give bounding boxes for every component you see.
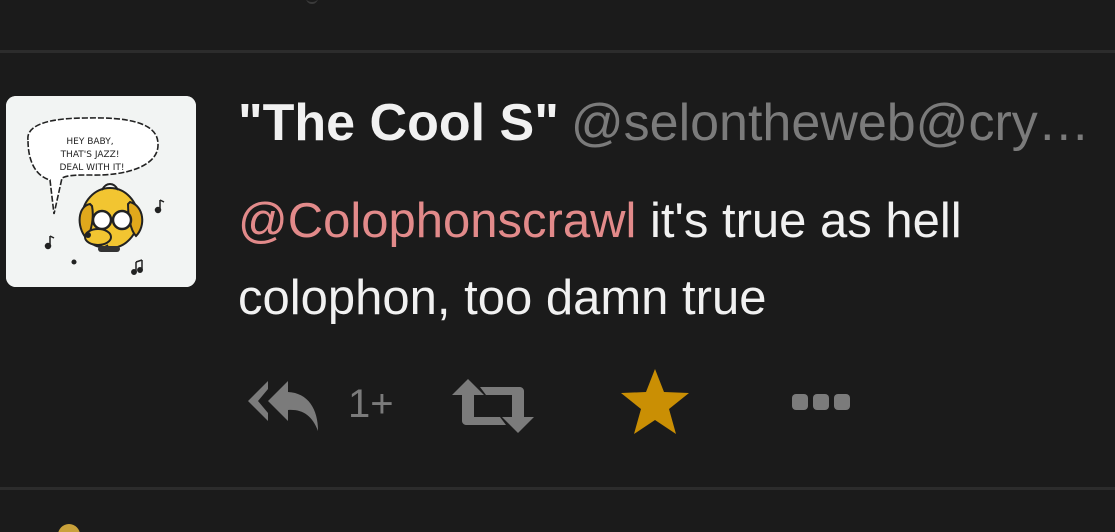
jazz-dog-avatar-image: HEY BABY, THAT'S JAZZ! DEAL WITH IT! <box>6 96 196 287</box>
status-content-line-1: @Colophonscrawl it's true as hell <box>238 183 1115 260</box>
previous-status-stub <box>306 0 318 4</box>
favourite-button[interactable] <box>618 367 692 437</box>
mention-link[interactable]: @Colophonscrawl <box>238 194 636 248</box>
next-status-avatar-stub <box>58 524 80 532</box>
timeline: HEY BABY, THAT'S JAZZ! DEAL WITH IT! "Th… <box>0 0 1115 532</box>
ellipsis-icon <box>792 394 850 410</box>
status-divider <box>0 487 1115 490</box>
status-header[interactable]: "The Cool S" @selontheweb@cry… <box>238 91 1115 155</box>
boost-button[interactable] <box>450 377 536 435</box>
status-content-line-2: colophon, too damn true <box>238 271 767 325</box>
avatar-speech-line-2: THAT'S JAZZ! <box>60 150 120 160</box>
display-name[interactable]: "The Cool S" <box>238 94 559 152</box>
star-icon <box>621 369 689 434</box>
status-text-part-1: it's true as hell <box>636 194 962 248</box>
status-card[interactable]: HEY BABY, THAT'S JAZZ! DEAL WITH IT! "Th… <box>0 53 1115 487</box>
avatar-speech-line-3: DEAL WITH IT! <box>59 163 124 173</box>
reply-count: 1+ <box>348 382 394 426</box>
avatar[interactable]: HEY BABY, THAT'S JAZZ! DEAL WITH IT! <box>6 96 196 287</box>
status-content: @Colophonscrawl it's true as hell coloph… <box>238 183 1115 337</box>
reply-button[interactable] <box>244 371 322 437</box>
more-options-button[interactable] <box>790 391 852 415</box>
avatar-speech-line-1: HEY BABY, <box>66 137 113 147</box>
status-action-bar: 1+ <box>238 363 1115 443</box>
retweet-icon <box>452 379 534 433</box>
account-handle[interactable]: @selontheweb@cry… <box>571 94 1090 152</box>
reply-all-icon <box>248 381 318 431</box>
